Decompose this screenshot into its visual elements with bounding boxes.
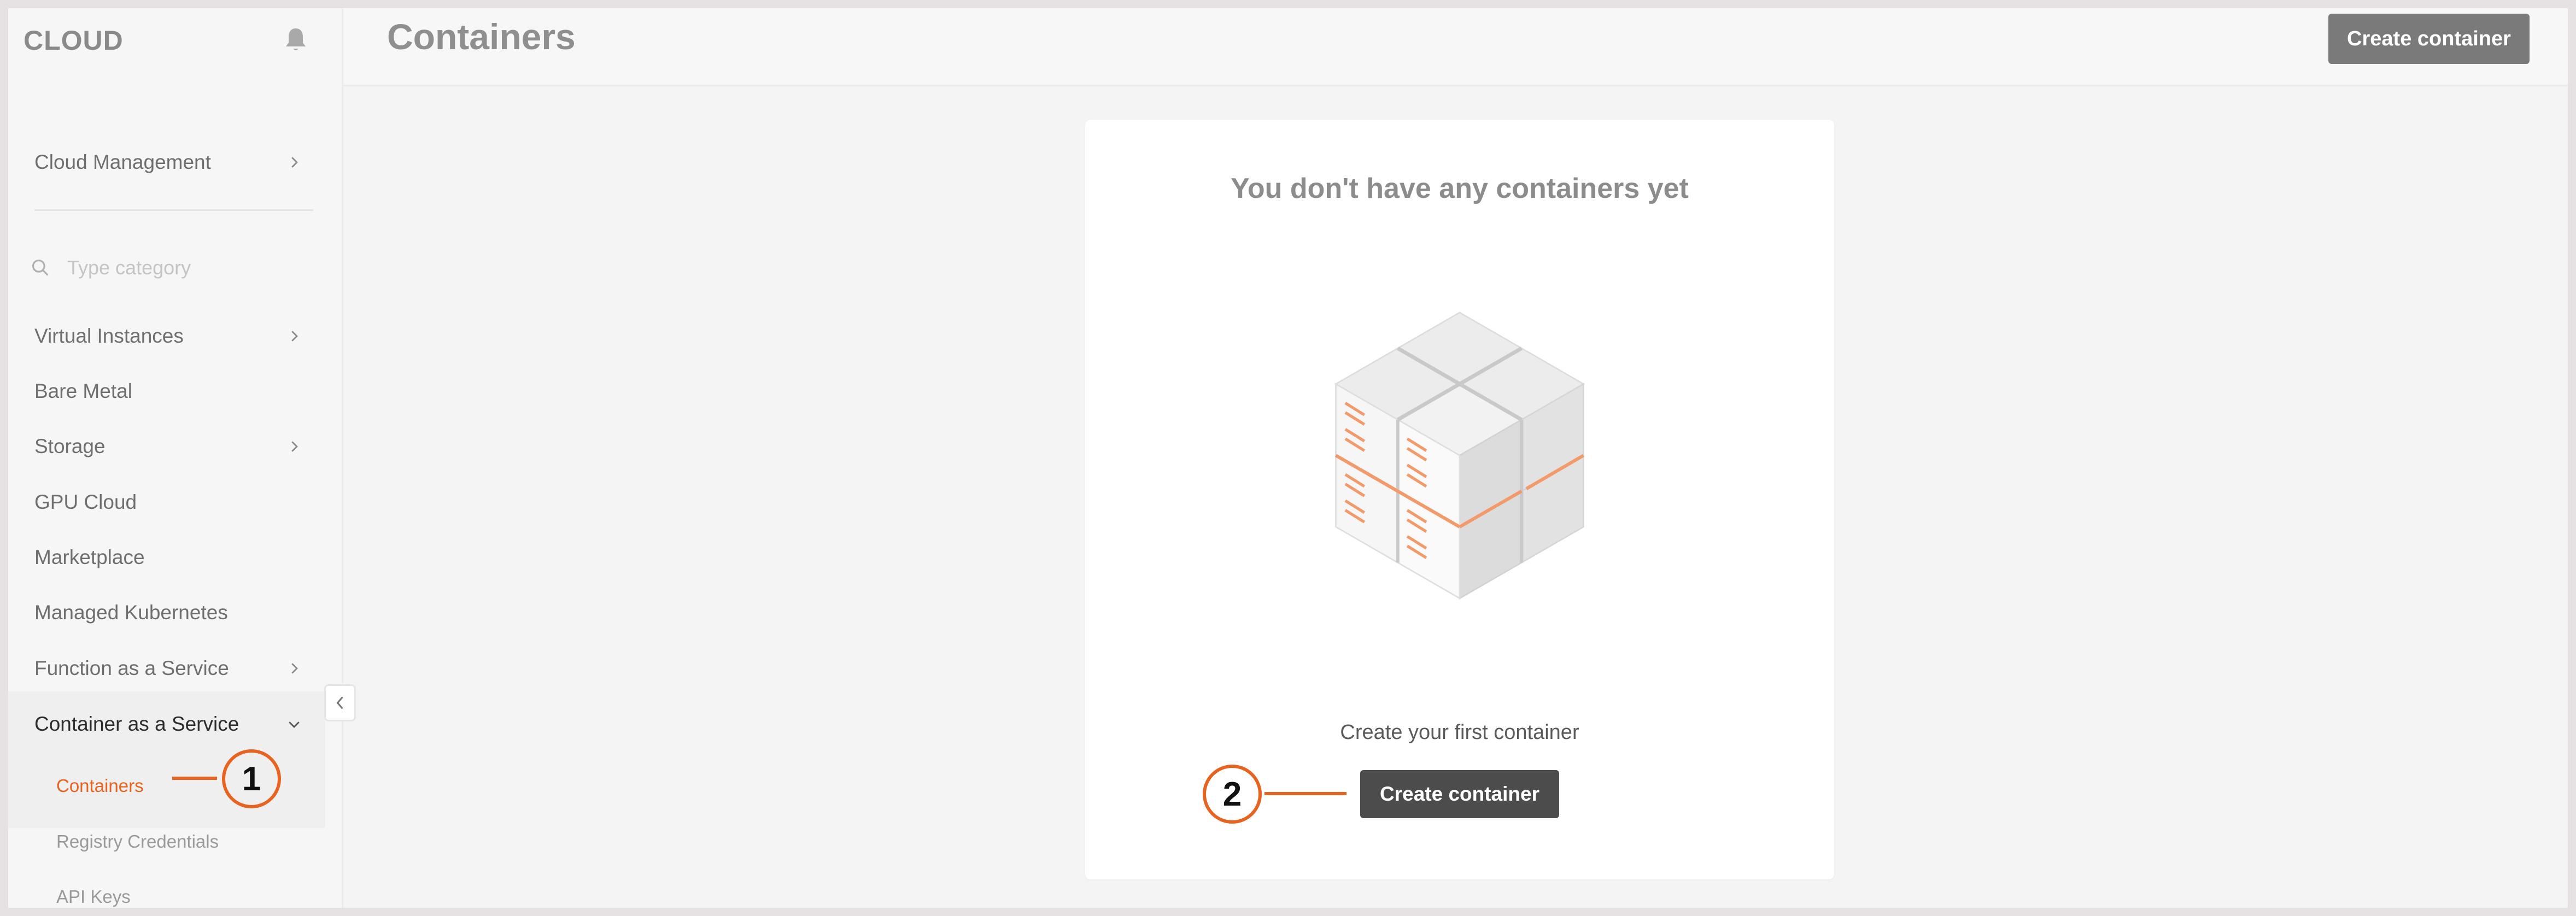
create-container-button[interactable]: Create container [1360, 770, 1559, 818]
callout-1-badge: 1 [222, 749, 281, 808]
sidebar-item-label: Storage [34, 435, 106, 457]
app-window: CLOUD Cloud Management Virtual Instances… [8, 8, 2568, 908]
bell-icon[interactable] [283, 26, 309, 55]
sidebar-divider [34, 209, 313, 211]
sidebar-subitem-registry-credentials[interactable]: Registry Credentials [56, 825, 219, 858]
sidebar-item-virtual-instances[interactable]: Virtual Instances [34, 317, 302, 355]
sidebar-subitem-containers[interactable]: Containers [56, 770, 144, 802]
sidebar-item-label: Cloud Management [34, 151, 211, 173]
empty-state-subtitle: Create your first container [1340, 721, 1579, 744]
sidebar-item-label: Managed Kubernetes [34, 601, 228, 624]
chevron-right-icon [291, 663, 298, 674]
sidebar-subitem-api-keys[interactable]: API Keys [56, 880, 131, 908]
sidebar-item-label: Container as a Service [34, 713, 239, 735]
sidebar-item-function-as-a-service[interactable]: Function as a Service [34, 649, 302, 688]
sidebar-item-marketplace[interactable]: Marketplace [34, 538, 302, 577]
sidebar-item-cloud-management[interactable]: Cloud Management [34, 143, 302, 181]
chevron-right-icon [291, 157, 298, 168]
containers-cube-illustration [1334, 312, 1585, 600]
sidebar-item-label: GPU Cloud [34, 491, 137, 513]
sidebar-item-managed-kubernetes[interactable]: Managed Kubernetes [34, 594, 302, 632]
chevron-down-icon [289, 721, 300, 728]
create-container-header-button[interactable]: Create container [2328, 14, 2530, 64]
sidebar-item-label: Virtual Instances [34, 325, 184, 347]
search-icon [32, 259, 49, 276]
sidebar-item-container-as-a-service[interactable]: Container as a Service [34, 705, 302, 743]
sidebar-item-label: Function as a Service [34, 657, 229, 679]
empty-state-title: You don't have any containers yet [1231, 173, 1689, 204]
sidebar-item-label: Marketplace [34, 546, 145, 568]
sidebar-item-gpu-cloud[interactable]: GPU Cloud [34, 483, 302, 521]
brand-logo[interactable]: CLOUD [24, 25, 124, 56]
collapse-sidebar-button[interactable] [324, 684, 356, 721]
search-input[interactable] [66, 256, 298, 280]
sidebar-item-label: Bare Metal [34, 380, 132, 402]
callout-1-line [172, 777, 217, 780]
callout-2-badge: 2 [1203, 765, 1262, 824]
chevron-right-icon [291, 331, 298, 342]
sidebar: CLOUD Cloud Management Virtual Instances… [8, 8, 343, 908]
empty-state-card: You don't have any containers yet Create… [1085, 120, 1834, 879]
chevron-right-icon [291, 441, 298, 452]
sidebar-item-storage[interactable]: Storage [34, 427, 302, 466]
callout-2-line [1264, 792, 1346, 795]
sidebar-item-bare-metal[interactable]: Bare Metal [34, 372, 302, 410]
category-search [30, 249, 303, 287]
page-title: Containers [387, 16, 576, 57]
page-header: Containers Create container [343, 8, 2568, 86]
chevron-left-icon [336, 696, 343, 709]
